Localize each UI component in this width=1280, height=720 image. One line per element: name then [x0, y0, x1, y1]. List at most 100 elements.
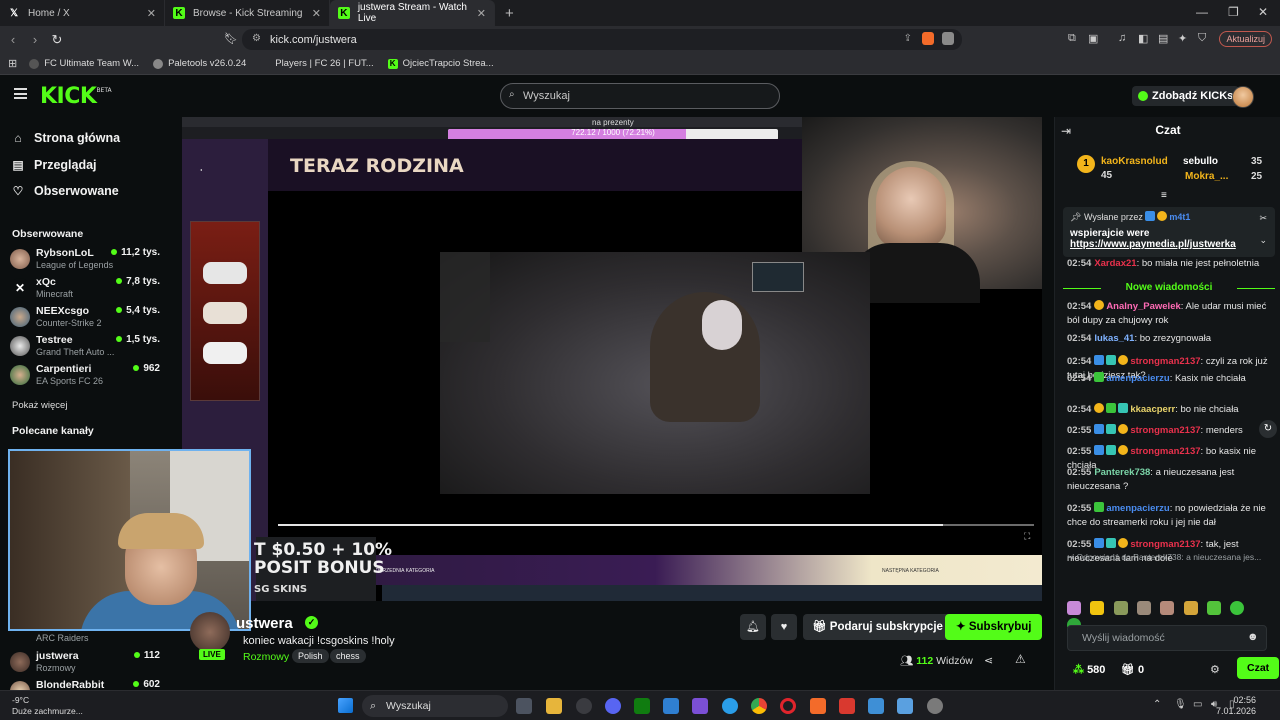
recommended-channel-justwera[interactable]: justwera Rozmowy 112 — [10, 648, 160, 676]
ai-icon[interactable]: ✦ — [1178, 32, 1187, 45]
file-explorer-icon[interactable] — [546, 698, 562, 714]
tab-home-x[interactable]: 𝕏 Home / X ✕ — [0, 0, 165, 26]
vscode-icon[interactable] — [663, 698, 679, 714]
followed-channel-xqc[interactable]: ✕ xQc Minecraft 7,8 tys. — [10, 274, 160, 302]
brave-rewards-icon[interactable] — [942, 32, 954, 45]
get-kicks-button[interactable]: Zdobądź KICKs — [1132, 86, 1240, 106]
share-icon[interactable]: ⇪ — [904, 33, 912, 44]
notification-bell-button[interactable]: 🔔︎ — [740, 614, 766, 640]
user-avatar[interactable] — [1232, 86, 1254, 108]
windows-start-icon[interactable] — [338, 698, 353, 713]
weather-widget[interactable]: -9°C Duże zachmurze... — [12, 695, 83, 717]
leader-name[interactable]: sebullo — [1183, 156, 1218, 167]
fullscreen-icon[interactable]: ⛶ — [1024, 531, 1030, 542]
pinned-link[interactable]: https://www.paymedia.pl/justwerka — [1070, 239, 1268, 250]
maximize-button[interactable]: ❐ — [1228, 5, 1239, 19]
close-icon[interactable]: ✕ — [147, 7, 156, 20]
chat-send-button[interactable]: Czat — [1237, 657, 1280, 679]
followed-channel-rybsonlol[interactable]: RybsonLoL League of Legends 11,2 tys. — [10, 245, 160, 273]
microphone-icon[interactable]: 🎙︎ — [1174, 699, 1187, 710]
chevron-down-icon[interactable]: ⌄ — [1259, 235, 1267, 246]
streamer-avatar[interactable] — [190, 612, 230, 652]
taskbar-clock[interactable]: 02:56 7.01.2026 — [1216, 695, 1256, 717]
emote-icon[interactable] — [1183, 601, 1198, 615]
emote-icon[interactable] — [1207, 601, 1222, 615]
gift-subs-button[interactable]: 🎁︎ Podaruj subskrypcje — [803, 614, 952, 640]
vpn-icon[interactable]: ⛉ — [1198, 32, 1206, 45]
subscribe-button[interactable]: ✦ Subskrybuj — [945, 614, 1043, 640]
site-settings-icon[interactable]: ⚙ — [252, 33, 261, 44]
tag-polish[interactable]: Polish — [292, 649, 329, 663]
sidebar-item-browse[interactable]: ▤ Przeglądaj — [12, 158, 96, 172]
channel-points[interactable]: ⁂ 580 — [1073, 663, 1105, 676]
network-icon[interactable]: ▭ — [1193, 699, 1202, 710]
leader-name[interactable]: kaoKrasnolud — [1101, 156, 1168, 167]
close-icon[interactable]: ✕ — [312, 7, 321, 20]
task-view-icon[interactable] — [516, 698, 532, 714]
app-icon[interactable] — [897, 698, 913, 714]
search-input[interactable]: ⌕ Wyszukaj — [500, 83, 780, 109]
message-user[interactable]: Analny_Pawelek — [1106, 301, 1180, 312]
taskbar-search[interactable]: ⌕ Wyszukaj — [362, 695, 508, 717]
message-user[interactable]: amenpacierzu — [1106, 503, 1169, 514]
stream-category[interactable]: Rozmowy — [243, 651, 289, 663]
wallet-icon[interactable]: ▤ — [1158, 32, 1168, 45]
message-user[interactable]: Xardax21 — [1094, 258, 1136, 269]
app-icon[interactable] — [692, 698, 708, 714]
message-user[interactable]: strongman2137 — [1130, 539, 1200, 550]
expand-leaders-icon[interactable]: ≡ — [1161, 190, 1167, 201]
emote-icon[interactable] — [1090, 601, 1105, 615]
app-icon[interactable] — [839, 698, 855, 714]
message-user[interactable]: strongman2137 — [1130, 356, 1200, 367]
follow-heart-button[interactable]: ♥ — [771, 614, 797, 640]
emote-icon[interactable] — [1113, 601, 1128, 615]
chrome-icon[interactable] — [751, 698, 767, 714]
app-icon[interactable] — [576, 698, 592, 714]
message-user[interactable]: amenpacierzu — [1106, 373, 1169, 384]
bookmark-players-fc26[interactable]: Players | FC 26 | FUT... — [260, 58, 374, 69]
bookmark-icon[interactable]: 🔖︎ — [224, 32, 238, 45]
app-icon[interactable] — [868, 698, 884, 714]
emote-icon[interactable] — [1137, 601, 1152, 615]
window-close-button[interactable]: ✕ — [1258, 5, 1268, 19]
emote-icon[interactable] — [1067, 601, 1081, 615]
message-user[interactable]: kkaacperr — [1130, 404, 1175, 415]
brave-icon[interactable] — [810, 698, 826, 714]
tag-chess[interactable]: chess — [330, 649, 366, 663]
message-user[interactable]: strongman2137 — [1130, 425, 1200, 436]
share-icon[interactable]: ⋖ — [984, 654, 993, 667]
extensions-icon[interactable]: ⧉ — [1068, 32, 1076, 45]
close-icon[interactable]: ✕ — [477, 7, 486, 20]
followed-channel-testree[interactable]: Testree Grand Theft Auto ... 1,5 tys. — [10, 332, 160, 360]
opera-icon[interactable] — [780, 698, 796, 714]
unpin-icon[interactable]: ✂ — [1259, 213, 1267, 224]
back-button[interactable]: ‹ — [2, 32, 24, 47]
discord-icon[interactable] — [605, 698, 621, 714]
sidebar-item-home[interactable]: ⌂ Strona główna — [12, 131, 120, 145]
kick-logo[interactable]: KICKBETA — [40, 84, 112, 109]
followed-channel-carpentieri[interactable]: Carpentieri EA Sports FC 26 962 — [10, 361, 160, 389]
sidebar-item-following[interactable]: ♡ Obserwowane — [12, 184, 119, 198]
minimize-button[interactable]: — — [1196, 5, 1208, 19]
bookmark-paletools[interactable]: Paletools v26.0.24 — [153, 58, 246, 69]
report-icon[interactable]: ⚠ — [1015, 652, 1026, 666]
tab-justwera-stream[interactable]: K justwera Stream - Watch Live ✕ — [330, 0, 495, 26]
update-button[interactable]: Aktualizuj — [1219, 31, 1272, 47]
show-more-link[interactable]: Pokaż więcej — [12, 400, 67, 411]
tray-chevron-icon[interactable]: ⌃ — [1153, 699, 1161, 710]
video-player[interactable]: na prezenty 722.12 / 1000 (72.21%) ◂ TER… — [182, 117, 1042, 601]
scroll-to-bottom-button[interactable]: ↻ — [1259, 420, 1277, 438]
brave-shields-icon[interactable] — [922, 32, 934, 45]
followed-channel-neexcsgo[interactable]: NEEXcsgo Counter-Strike 2 5,4 tys. — [10, 303, 160, 331]
leader-name[interactable]: Mokra_... — [1185, 171, 1228, 182]
edge-icon[interactable] — [722, 698, 738, 714]
bookmark-ojciectrapcio[interactable]: K OjciecTrapcio Strea... — [387, 58, 494, 69]
new-tab-button[interactable]: + — [505, 5, 514, 22]
tab-browse-kick[interactable]: K Browse - Kick Streaming ✕ — [165, 0, 330, 26]
video-progress-bar[interactable] — [278, 524, 1034, 526]
apps-icon[interactable]: ⊞ — [8, 57, 17, 70]
xbox-icon[interactable] — [634, 698, 650, 714]
menu-icon[interactable] — [14, 88, 27, 99]
emoji-picker-icon[interactable]: ☻ — [1247, 631, 1259, 643]
message-user[interactable]: lukas_41 — [1094, 333, 1134, 344]
